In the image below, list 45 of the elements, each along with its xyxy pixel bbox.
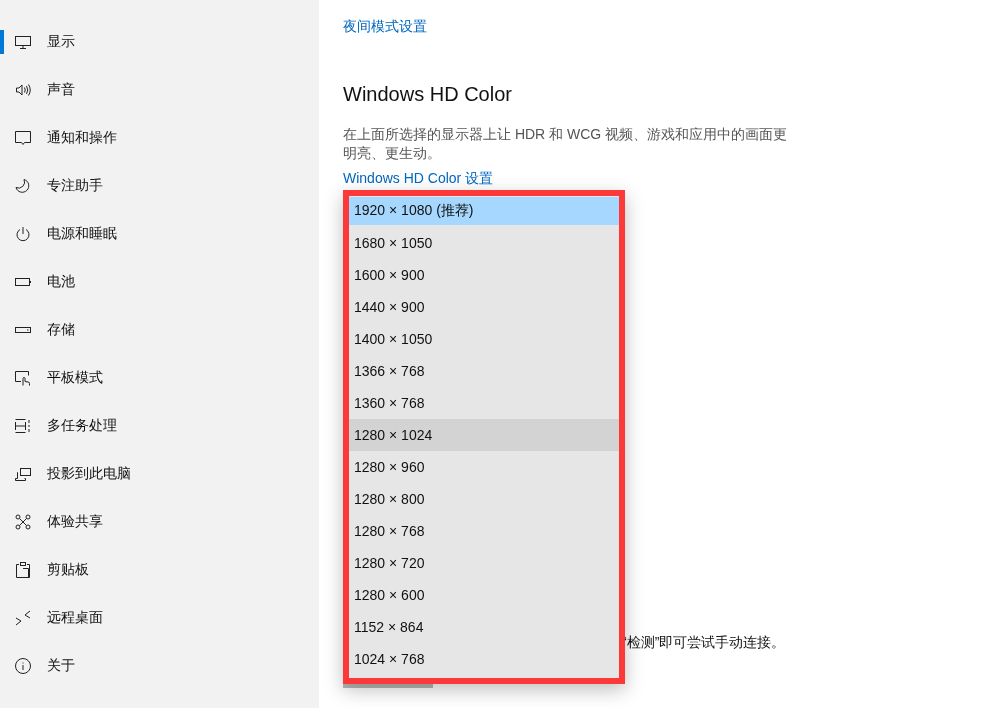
sidebar-item[interactable]: 远程桌面: [0, 594, 319, 642]
sidebar-item[interactable]: 声音: [0, 66, 319, 114]
hd-color-link[interactable]: Windows HD Color 设置: [343, 168, 494, 188]
multitask-icon: [15, 418, 31, 434]
resolution-option[interactable]: 1280 × 768: [349, 515, 619, 547]
resolution-option[interactable]: 1280 × 720: [349, 547, 619, 579]
resolution-option[interactable]: 1280 × 600: [349, 579, 619, 611]
remote-icon: [15, 610, 31, 626]
sidebar-item[interactable]: 电源和睡眠: [0, 210, 319, 258]
resolution-option[interactable]: 1366 × 768: [349, 355, 619, 387]
section-heading: Windows HD Color: [343, 82, 513, 107]
resolution-option[interactable]: 1440 × 900: [349, 291, 619, 323]
sidebar-item[interactable]: 显示: [0, 18, 319, 66]
project-icon: [15, 466, 31, 482]
sidebar-item[interactable]: 存储: [0, 306, 319, 354]
moon-icon: [15, 178, 31, 194]
resolution-option[interactable]: 1280 × 1024: [349, 419, 619, 451]
sidebar-item[interactable]: 电池: [0, 258, 319, 306]
clipboard-icon: [15, 562, 31, 578]
resolution-option[interactable]: 1680 × 1050: [349, 227, 619, 259]
sidebar-item[interactable]: 体验共享: [0, 498, 319, 546]
power-icon: [15, 226, 31, 242]
share-icon: [15, 514, 31, 530]
resolution-option[interactable]: 1360 × 768: [349, 387, 619, 419]
sidebar-item[interactable]: 专注助手: [0, 162, 319, 210]
sidebar-item[interactable]: 通知和操作: [0, 114, 319, 162]
info-icon: [15, 658, 31, 674]
speaker-icon: [15, 82, 31, 98]
sidebar-item[interactable]: 剪贴板: [0, 546, 319, 594]
description: 在上面所选择的显示器上让 HDR 和 WCG 视频、游戏和应用中的画面更明亮、更生动。: [343, 125, 789, 163]
resolution-option[interactable]: 1152 × 864: [349, 611, 619, 643]
sidebar-item[interactable]: 关于: [0, 642, 319, 690]
night-mode-link[interactable]: 夜间模式设置: [343, 16, 427, 36]
sidebar-item[interactable]: 投影到此电脑: [0, 450, 319, 498]
message-icon: [15, 130, 31, 146]
monitor-icon: [15, 34, 31, 50]
resolution-option[interactable]: 1280 × 800: [349, 483, 619, 515]
sidebar-item[interactable]: 平板模式: [0, 354, 319, 402]
resolution-option[interactable]: 1024 × 768: [349, 643, 619, 675]
sidebar-item[interactable]: 多任务处理: [0, 402, 319, 450]
resolution-option[interactable]: 1600 × 900: [349, 259, 619, 291]
tablet-icon: [15, 370, 31, 386]
resolution-option[interactable]: 1400 × 1050: [349, 323, 619, 355]
resolution-option[interactable]: 1280 × 960: [349, 451, 619, 483]
resolution-option[interactable]: 1920 × 1080 (推荐): [349, 197, 619, 225]
